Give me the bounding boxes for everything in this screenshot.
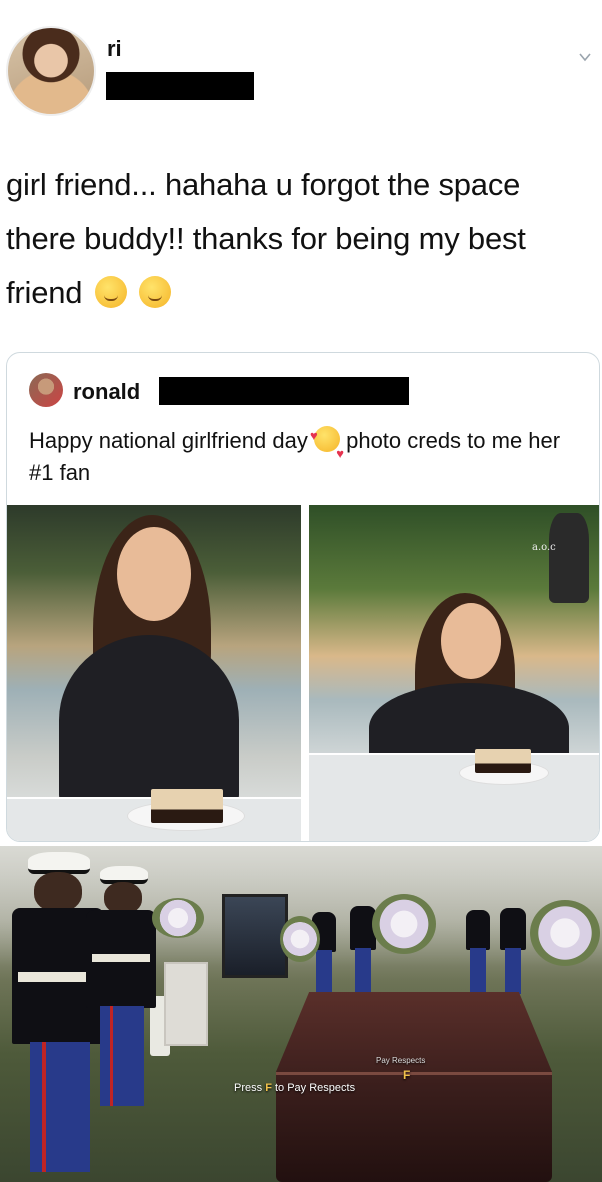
hint-suffix: to Pay Respects bbox=[274, 1082, 356, 1094]
f-key-prompt: F bbox=[403, 1068, 411, 1082]
relieved-face-emoji-icon bbox=[139, 276, 172, 308]
flower-arrangement bbox=[280, 916, 320, 962]
cake-shape bbox=[151, 789, 223, 823]
soldier-figure bbox=[86, 866, 156, 1106]
flower-arrangement bbox=[152, 898, 204, 938]
table-shape bbox=[309, 753, 599, 841]
game-meme-image: Pay Respects F Press F to Pay Respects bbox=[0, 846, 602, 1182]
casket-lid-edge bbox=[276, 1072, 552, 1075]
pay-respects-prompt: Pay Respects bbox=[376, 1056, 426, 1065]
hint-key: F bbox=[265, 1082, 272, 1094]
quoted-text-start: Happy national girlfriend day bbox=[29, 428, 308, 453]
face-shape bbox=[441, 603, 501, 679]
tweet: ri girl friend... hahaha u forgot the sp… bbox=[0, 0, 602, 845]
redacted-handle-bar bbox=[106, 72, 254, 100]
pedestal bbox=[164, 962, 208, 1046]
author-name[interactable]: ri bbox=[107, 36, 122, 62]
tweet-body: girl friend... hahaha u forgot the space… bbox=[6, 167, 526, 310]
author-avatar[interactable] bbox=[6, 26, 96, 116]
kissing-face-emoji-icon bbox=[94, 276, 127, 308]
dress-shape bbox=[59, 635, 239, 805]
soldier-figure bbox=[350, 898, 376, 998]
soldier-figure bbox=[466, 902, 490, 994]
bottle-label: a.o.c bbox=[532, 542, 556, 553]
photo-right[interactable] bbox=[309, 505, 599, 841]
face-shape bbox=[117, 527, 191, 621]
quoted-author-name[interactable]: ronald bbox=[73, 379, 140, 405]
tweet-text: girl friend... hahaha u forgot the space… bbox=[6, 158, 596, 320]
quoted-tweet-text: Happy national girlfriend day photo cred… bbox=[29, 420, 589, 489]
quoted-tweet-card[interactable]: ronald Happy national girlfriend day pho… bbox=[6, 352, 600, 842]
flower-arrangement bbox=[372, 894, 436, 954]
chevron-down-icon[interactable] bbox=[578, 50, 592, 64]
cake-shape bbox=[475, 749, 531, 773]
quoted-author-avatar[interactable] bbox=[29, 373, 63, 407]
bottle-shape bbox=[549, 513, 589, 603]
photo-left[interactable] bbox=[7, 505, 301, 841]
smiling-face-with-hearts-emoji-icon bbox=[310, 420, 344, 470]
portrait-frame bbox=[222, 894, 288, 978]
flower-arrangement bbox=[530, 900, 600, 966]
press-f-hint: Press F to Pay Respects bbox=[234, 1082, 355, 1094]
soldier-figure bbox=[500, 900, 526, 996]
hint-prefix: Press bbox=[234, 1082, 263, 1094]
redacted-handle-bar bbox=[159, 377, 409, 405]
